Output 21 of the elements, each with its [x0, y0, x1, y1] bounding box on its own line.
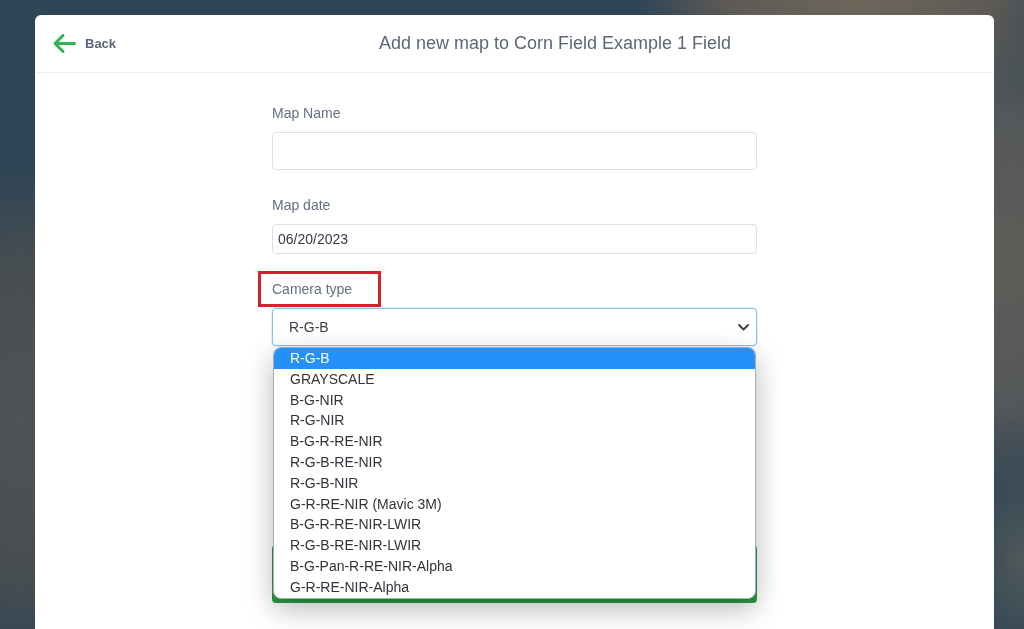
date-input[interactable]: 06/20/2023	[272, 224, 757, 254]
page-title: Add new map to Corn Field Example 1 Field	[377, 33, 733, 54]
dropdown-option[interactable]: GRAYSCALE	[274, 368, 755, 390]
select-field[interactable]: R-G-B	[272, 308, 757, 346]
dropdown-option[interactable]: B-G-R-RE-NIR-LWIR	[274, 514, 755, 536]
dropdown-option[interactable]: R-G-B-RE-NIR	[274, 452, 755, 473]
dropdown-option[interactable]: B-G-Pan-R-RE-NIR-Alpha	[274, 555, 755, 577]
back-button[interactable]: Back	[53, 34, 117, 53]
field-label: Map Name	[272, 104, 341, 123]
text-input[interactable]	[272, 132, 757, 170]
dropdown-option[interactable]: R-G-B-NIR	[274, 472, 755, 494]
arrow-left-icon	[53, 34, 76, 53]
field-label: Camera type	[272, 280, 353, 299]
chevron-down-icon	[738, 323, 749, 331]
field-label: Map date	[272, 196, 331, 215]
dropdown-option[interactable]: B-G-R-RE-NIR	[274, 431, 755, 452]
dropdown-option[interactable]: B-G-NIR	[274, 389, 755, 411]
dropdown-option[interactable]: R-G-NIR	[274, 410, 755, 432]
dropdown-option[interactable]: R-G-B-RE-NIR-LWIR	[274, 535, 755, 556]
dropdown-option[interactable]: G-R-RE-NIR-Alpha	[274, 576, 755, 598]
dropdown-option[interactable]: G-R-RE-NIR (Mavic 3M)	[274, 493, 755, 515]
